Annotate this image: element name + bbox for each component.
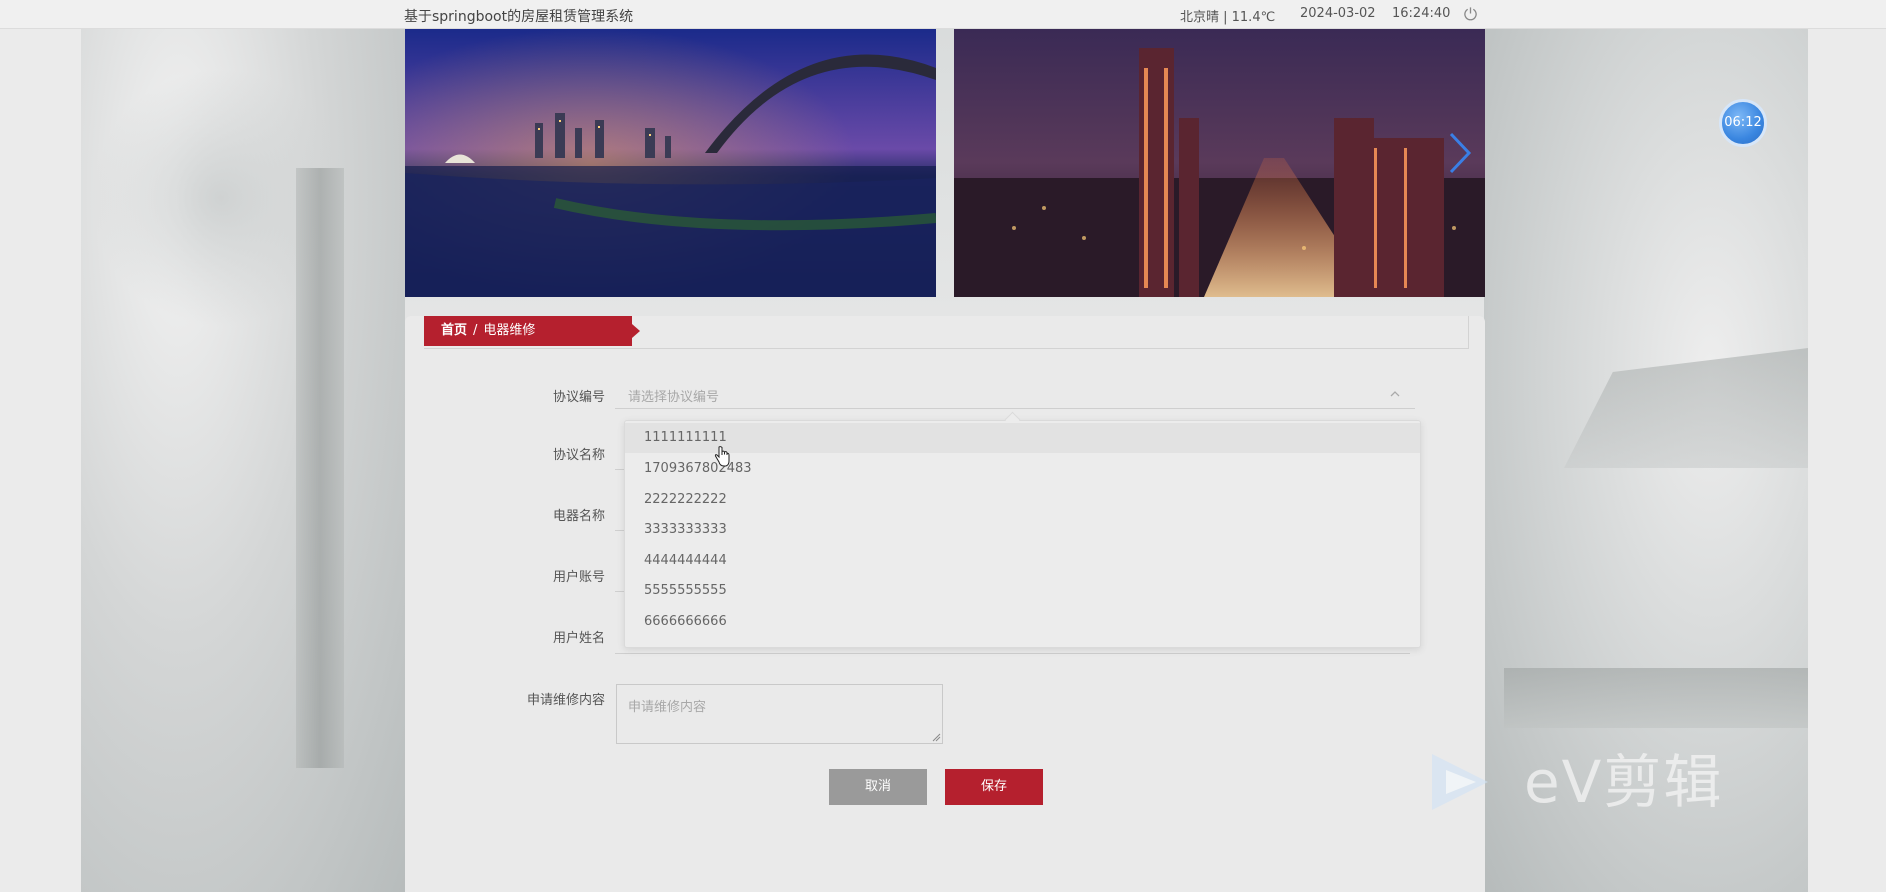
dropdown-option[interactable]: 6666666666 xyxy=(625,607,1420,637)
user-name-label: 用户姓名 xyxy=(552,631,605,646)
resize-grip-icon[interactable] xyxy=(931,732,941,742)
cancel-button[interactable]: 取消 xyxy=(829,769,927,805)
watermark-text: eV剪辑 xyxy=(1524,748,1724,816)
hand-cursor-icon xyxy=(714,446,730,467)
background-ink-painting-left xyxy=(81,28,405,892)
user-name-field[interactable] xyxy=(615,653,1410,654)
repair-content-textarea[interactable]: 申请维修内容 xyxy=(616,684,943,744)
agreement-no-select[interactable]: 请选择协议编号 xyxy=(615,384,1415,409)
breadcrumb-bar: 首页 / 电器维修 xyxy=(424,316,1469,349)
user-account-label: 用户账号 xyxy=(552,570,605,585)
dropdown-option[interactable]: 1111111111 xyxy=(625,423,1420,453)
agreement-no-dropdown: 1111111111 1709367802483 2222222222 3333… xyxy=(624,420,1421,648)
save-button[interactable]: 保存 xyxy=(945,769,1043,805)
current-date: 2024-03-02 xyxy=(1300,6,1376,21)
power-icon[interactable] xyxy=(1463,6,1478,21)
agreement-no-placeholder: 请选择协议编号 xyxy=(628,390,720,405)
pillar-decoration xyxy=(296,168,344,768)
weather-info: 北京晴 | 11.4℃ xyxy=(1180,10,1276,25)
dropdown-option[interactable]: 2222222222 xyxy=(625,485,1420,515)
pavilion-eave-decoration xyxy=(1564,348,1808,468)
dropdown-option[interactable]: 1709367802483 xyxy=(625,454,1420,484)
dropdown-option[interactable]: 5555555555 xyxy=(625,576,1420,606)
breadcrumb: 首页 / 电器维修 xyxy=(424,316,640,346)
agreement-name-label: 协议名称 xyxy=(552,448,605,463)
appliance-name-label: 电器名称 xyxy=(552,509,605,524)
dropdown-option[interactable]: 4444444444 xyxy=(625,546,1420,576)
carousel-next-arrow-icon[interactable] xyxy=(1445,130,1475,176)
breadcrumb-current: 电器维修 xyxy=(483,323,536,338)
carousel-image-harbour-bridge[interactable] xyxy=(405,28,936,297)
repair-content-placeholder: 申请维修内容 xyxy=(628,700,707,715)
watermark: eV剪辑 xyxy=(1428,748,1788,820)
chevron-up-icon[interactable] xyxy=(1389,388,1401,400)
current-time: 16:24:40 xyxy=(1392,6,1451,21)
repair-content-label: 申请维修内容 xyxy=(526,693,605,708)
app-title: 基于springboot的房屋租赁管理系统 xyxy=(404,9,634,25)
ev-logo-icon xyxy=(1432,754,1488,810)
breadcrumb-home[interactable]: 首页 xyxy=(441,323,467,338)
dropdown-option[interactable]: 3333333333 xyxy=(625,515,1420,545)
carousel-image-city-night[interactable] xyxy=(954,28,1485,297)
breadcrumb-separator: / xyxy=(473,323,478,338)
agreement-no-label: 协议编号 xyxy=(552,390,605,405)
top-bar: 基于springboot的房屋租赁管理系统 北京晴 | 11.4℃ 2024-0… xyxy=(0,0,1886,29)
timer-badge[interactable]: 06:12 xyxy=(1719,99,1767,147)
railing-decoration xyxy=(1504,668,1808,728)
